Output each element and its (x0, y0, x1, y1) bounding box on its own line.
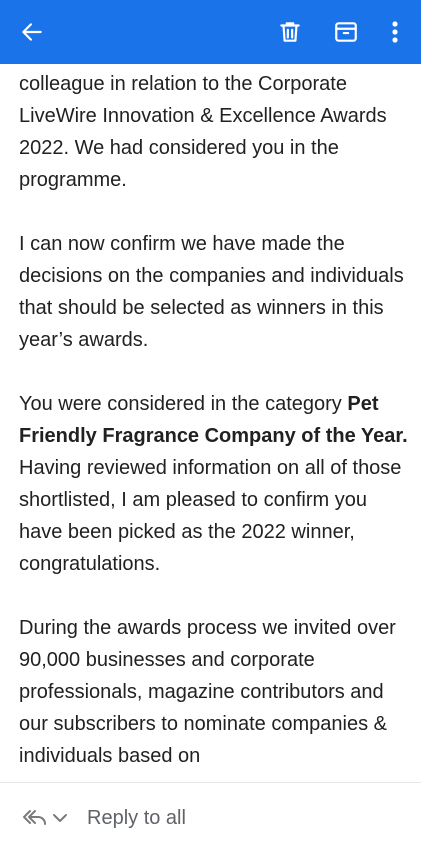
email-paragraph: colleague in relation to the Corporate L… (19, 73, 387, 191)
reply-bar: Reply to all (0, 782, 421, 849)
archive-icon (335, 22, 357, 42)
reply-all-button[interactable]: Reply to all (87, 803, 186, 833)
more-options-button[interactable] (372, 0, 418, 64)
reply-options-button[interactable] (22, 803, 74, 833)
email-paragraph: I can now confirm we have made the decis… (19, 233, 404, 351)
chevron-down-icon (53, 814, 67, 822)
arrow-left-icon (22, 23, 42, 41)
back-button[interactable] (8, 0, 56, 64)
top-app-bar (0, 0, 421, 64)
more-vertical-icon (392, 21, 398, 43)
trash-icon (280, 22, 300, 42)
reply-all-icon (23, 810, 46, 825)
email-paragraph: You were considered in the category Pet … (19, 388, 411, 580)
email-paragraph: During the awards process we invited ove… (19, 617, 396, 767)
paragraph-text: You were considered in the category (19, 393, 348, 415)
paragraph-text: Having reviewed information on all of th… (19, 457, 402, 575)
delete-button[interactable] (266, 0, 314, 64)
email-body[interactable]: colleague in relation to the Corporate L… (19, 68, 411, 780)
archive-button[interactable] (322, 0, 370, 64)
